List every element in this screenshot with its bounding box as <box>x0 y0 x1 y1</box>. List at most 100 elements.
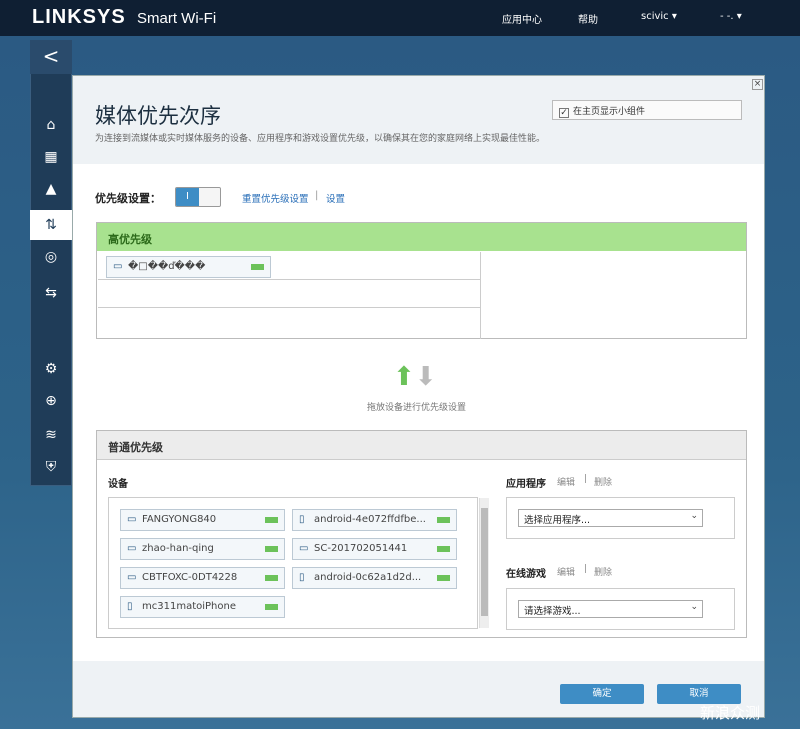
device-card[interactable]: ▯ android-0c62a1d2d... <box>292 567 457 589</box>
settings-link[interactable]: 设置 <box>326 191 345 205</box>
apps-delete-link[interactable]: 删除 <box>594 475 612 488</box>
drag-handle-icon[interactable] <box>251 264 264 270</box>
show-widget-label: 在主页显示小组件 <box>573 107 646 117</box>
link-separator: | <box>584 564 588 574</box>
normal-priority-title: 普通优先级 <box>97 431 746 460</box>
phone-icon: ▯ <box>299 514 305 525</box>
dialog-footer: 确定 取消 <box>73 661 764 717</box>
device-card[interactable]: ▯ mc311matoiPhone <box>120 596 285 618</box>
page-title: 媒体优先次序 <box>95 104 221 128</box>
drag-handle-icon[interactable] <box>265 517 278 523</box>
computer-icon: ▭ <box>127 572 137 583</box>
link-separator: | <box>584 474 588 484</box>
devices-icon[interactable]: ▦ <box>30 142 72 172</box>
apps-edit-link[interactable]: 编辑 <box>557 475 575 488</box>
divider <box>480 252 481 339</box>
checkbox-icon: ✓ <box>559 108 569 118</box>
games-select[interactable]: 请选择游戏... ⌄ <box>518 600 703 618</box>
drag-handle-icon[interactable] <box>265 604 278 610</box>
device-name: SC-201702051441 <box>314 543 408 554</box>
dialog-header: 媒体优先次序 为连接到流媒体或实时媒体服务的设备、应用程序和游戏设置优先级，以确… <box>73 76 764 164</box>
games-label: 在线游戏 <box>506 569 546 580</box>
nav-help[interactable]: 帮助 <box>578 11 598 26</box>
device-name: android-0c62a1d2d... <box>314 572 422 583</box>
watermark: 新浪众测 <box>700 704 761 722</box>
user-name: scivic <box>641 11 669 22</box>
high-priority-panel: 高优先级 ▭ �□��ď��� <box>96 222 747 339</box>
device-card[interactable]: ▭ SC-201702051441 <box>292 538 457 560</box>
router-icon[interactable]: ⌂ <box>30 110 72 140</box>
devices-label: 设备 <box>108 479 128 490</box>
speed-icon[interactable]: ◎ <box>30 242 72 272</box>
device-list-scrollbar[interactable] <box>479 498 489 628</box>
device-name: zhao-han-qing <box>142 543 214 554</box>
drag-handle-icon[interactable] <box>265 546 278 552</box>
top-bar: LINKSYS Smart Wi-Fi 应用中心 帮助 scivic ▾ - -… <box>0 0 800 36</box>
alert-icon[interactable]: ▲ <box>30 174 72 204</box>
games-select-box: 请选择游戏... ⌄ <box>506 588 735 630</box>
computer-icon: ▭ <box>113 261 123 272</box>
apps-label: 应用程序 <box>506 479 546 490</box>
drag-hint: 拖放设备进行优先级设置 <box>367 403 467 413</box>
device-list: ▭ FANGYONG840 ▯ android-4e072ffdfbe... ▭ zh… <box>108 497 489 629</box>
priority-settings-label: 优先级设置： <box>95 192 161 205</box>
drag-handle-icon[interactable] <box>437 575 450 581</box>
device-name: FANGYONG840 <box>142 514 217 525</box>
device-card[interactable]: ▭ zhao-han-qing <box>120 538 285 560</box>
media-priority-dialog: 媒体优先次序 为连接到流媒体或实时媒体服务的设备、应用程序和游戏设置优先级，以确… <box>72 75 765 718</box>
apps-select-box: 选择应用程序... ⌄ <box>506 497 735 539</box>
computer-icon: ▭ <box>127 514 137 525</box>
cancel-button[interactable]: 取消 <box>657 684 741 704</box>
priority-slot <box>98 280 480 308</box>
nav-app-center[interactable]: 应用中心 <box>502 11 542 26</box>
drag-handle-icon[interactable] <box>265 575 278 581</box>
scroll-thumb[interactable] <box>481 508 488 616</box>
chevron-down-icon: ⌄ <box>690 602 698 612</box>
high-priority-device[interactable]: ▭ �□��ď��� <box>106 256 271 278</box>
device-card[interactable]: ▭ FANGYONG840 <box>120 509 285 531</box>
wifi-icon[interactable]: ≋ <box>30 420 72 450</box>
close-icon[interactable]: × <box>752 79 763 90</box>
show-widget-checkbox[interactable]: ✓ 在主页显示小组件 <box>552 100 742 120</box>
computer-icon: ▭ <box>299 543 309 554</box>
phone-icon: ▯ <box>127 601 133 612</box>
device-name: mc311matoiPhone <box>142 601 236 612</box>
apps-select[interactable]: 选择应用程序... ⌄ <box>518 509 703 527</box>
nav-user-menu[interactable]: scivic ▾ <box>641 11 677 22</box>
drag-handle-icon[interactable] <box>437 546 450 552</box>
drag-arrows-icon: ⬆⬇ <box>393 362 437 392</box>
page-description: 为连接到流媒体或实时媒体服务的设备、应用程序和游戏设置优先级，以确保其在您的家庭… <box>95 134 546 144</box>
normal-priority-panel: 普通优先级 设备 ▭ FANGYONG840 ▯ android-4e072ffdf… <box>96 430 747 638</box>
nav-extra-menu[interactable]: - -. ▾ <box>720 11 742 22</box>
priority-toggle[interactable]: I <box>175 187 221 207</box>
apps-select-value: 选择应用程序... <box>524 515 591 526</box>
link-separator: | <box>315 190 319 201</box>
media-priority-icon[interactable]: ⇅ <box>30 210 72 240</box>
back-button[interactable]: < <box>30 40 72 74</box>
toggle-on: I <box>176 188 199 206</box>
device-card[interactable]: ▭ CBTFOXC-0DT4228 <box>120 567 285 589</box>
settings-icon[interactable]: ⚙ <box>30 354 72 384</box>
phone-icon: ▯ <box>299 572 305 583</box>
security-icon[interactable]: ⛨ <box>30 452 72 482</box>
logo-subtitle: Smart Wi-Fi <box>137 10 217 27</box>
games-select-value: 请选择游戏... <box>524 606 581 617</box>
device-name: CBTFOXC-0DT4228 <box>142 572 238 583</box>
linksys-logo: LINKSYS <box>32 6 126 28</box>
ok-button[interactable]: 确定 <box>560 684 644 704</box>
reset-priority-link[interactable]: 重置优先级设置 <box>242 191 309 205</box>
toggle-off <box>199 188 220 206</box>
parental-icon[interactable]: ⊕ <box>30 386 72 416</box>
device-name: android-4e072ffdfbe... <box>314 514 426 525</box>
high-priority-title: 高优先级 <box>97 223 746 251</box>
extra-label: - -. <box>720 11 734 22</box>
computer-icon: ▭ <box>127 543 137 554</box>
games-delete-link[interactable]: 删除 <box>594 565 612 578</box>
priority-slot <box>98 308 480 336</box>
device-card[interactable]: ▯ android-4e072ffdfbe... <box>292 509 457 531</box>
device-name: �□��ď��� <box>128 261 206 272</box>
drag-handle-icon[interactable] <box>437 517 450 523</box>
chevron-down-icon: ⌄ <box>690 511 698 521</box>
games-edit-link[interactable]: 编辑 <box>557 565 575 578</box>
connectivity-icon[interactable]: ⇆ <box>30 278 72 308</box>
